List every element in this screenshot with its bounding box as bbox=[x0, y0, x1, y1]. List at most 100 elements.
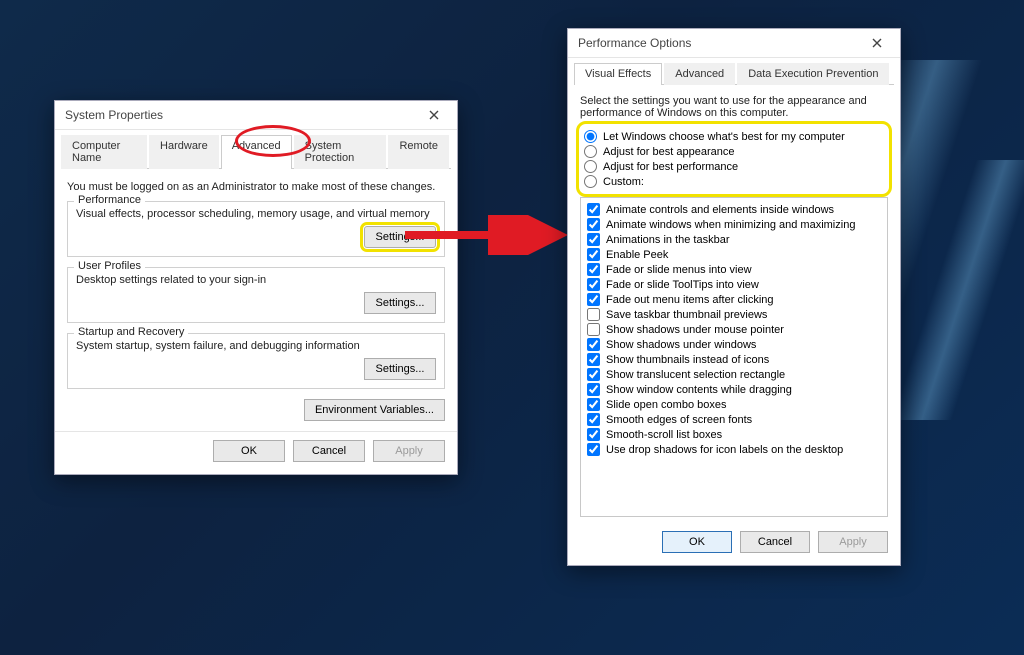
checkbox-input[interactable] bbox=[587, 218, 600, 231]
check-option[interactable]: Enable Peek bbox=[587, 247, 881, 262]
check-option[interactable]: Show translucent selection rectangle bbox=[587, 367, 881, 382]
check-option[interactable]: Use drop shadows for icon labels on the … bbox=[587, 442, 881, 457]
tab-strip: Visual EffectsAdvancedData Execution Pre… bbox=[574, 62, 894, 85]
check-label: Animations in the taskbar bbox=[606, 234, 730, 246]
check-label: Fade or slide menus into view bbox=[606, 264, 752, 276]
check-label: Show window contents while dragging bbox=[606, 384, 792, 396]
check-label: Fade or slide ToolTips into view bbox=[606, 279, 759, 291]
check-label: Smooth edges of screen fonts bbox=[606, 414, 752, 426]
tab-system-protection[interactable]: System Protection bbox=[294, 135, 387, 169]
check-option[interactable]: Animate windows when minimizing and maxi… bbox=[587, 217, 881, 232]
checkbox-input[interactable] bbox=[587, 383, 600, 396]
check-option[interactable]: Smooth-scroll list boxes bbox=[587, 427, 881, 442]
radio-option[interactable]: Adjust for best appearance bbox=[584, 144, 884, 159]
check-option[interactable]: Fade or slide menus into view bbox=[587, 262, 881, 277]
tab-advanced[interactable]: Advanced bbox=[221, 135, 292, 169]
checkbox-input[interactable] bbox=[587, 443, 600, 456]
checkbox-input[interactable] bbox=[587, 398, 600, 411]
performance-settings-button[interactable]: Settings... bbox=[364, 226, 436, 248]
check-label: Fade out menu items after clicking bbox=[606, 294, 774, 306]
environment-variables-button[interactable]: Environment Variables... bbox=[304, 399, 445, 421]
checkbox-input[interactable] bbox=[587, 203, 600, 216]
titlebar[interactable]: System Properties bbox=[55, 101, 457, 130]
checkbox-input[interactable] bbox=[587, 248, 600, 261]
radio-label: Let Windows choose what's best for my co… bbox=[603, 131, 845, 143]
radio-input[interactable] bbox=[584, 175, 597, 188]
dialog-button-row: OK Cancel Apply bbox=[568, 523, 900, 565]
performance-options-dialog: Performance Options Visual EffectsAdvanc… bbox=[567, 28, 901, 566]
apply-button[interactable]: Apply bbox=[818, 531, 888, 553]
apply-button[interactable]: Apply bbox=[373, 440, 445, 462]
group-legend: Startup and Recovery bbox=[74, 326, 188, 338]
dialog-button-row: OK Cancel Apply bbox=[55, 431, 457, 474]
tab-visual-effects[interactable]: Visual Effects bbox=[574, 63, 662, 85]
intro-text: Select the settings you want to use for … bbox=[580, 95, 888, 119]
group-user-profiles: User Profiles Desktop settings related t… bbox=[67, 267, 445, 323]
radio-input[interactable] bbox=[584, 145, 597, 158]
group-desc: System startup, system failure, and debu… bbox=[76, 340, 436, 352]
cancel-button[interactable]: Cancel bbox=[293, 440, 365, 462]
tab-hardware[interactable]: Hardware bbox=[149, 135, 219, 169]
window-title: Performance Options bbox=[578, 36, 691, 50]
checkbox-input[interactable] bbox=[587, 413, 600, 426]
radio-option[interactable]: Adjust for best performance bbox=[584, 159, 884, 174]
close-icon[interactable] bbox=[417, 105, 451, 125]
check-option[interactable]: Smooth edges of screen fonts bbox=[587, 412, 881, 427]
group-desc: Visual effects, processor scheduling, me… bbox=[76, 208, 436, 220]
checkbox-input[interactable] bbox=[587, 308, 600, 321]
check-label: Animate controls and elements inside win… bbox=[606, 204, 834, 216]
checkbox-input[interactable] bbox=[587, 278, 600, 291]
admin-note: You must be logged on as an Administrato… bbox=[67, 181, 445, 193]
checkbox-input[interactable] bbox=[587, 338, 600, 351]
radio-group-visual-effects: Let Windows choose what's best for my co… bbox=[580, 125, 888, 193]
check-option[interactable]: Fade or slide ToolTips into view bbox=[587, 277, 881, 292]
radio-label: Custom: bbox=[603, 176, 644, 188]
checkbox-input[interactable] bbox=[587, 263, 600, 276]
check-option[interactable]: Animations in the taskbar bbox=[587, 232, 881, 247]
close-icon[interactable] bbox=[860, 33, 894, 53]
titlebar[interactable]: Performance Options bbox=[568, 29, 900, 58]
visual-effects-checklist[interactable]: Animate controls and elements inside win… bbox=[580, 197, 888, 517]
tab-computer-name[interactable]: Computer Name bbox=[61, 135, 147, 169]
check-label: Show translucent selection rectangle bbox=[606, 369, 785, 381]
check-label: Animate windows when minimizing and maxi… bbox=[606, 219, 855, 231]
startup-settings-button[interactable]: Settings... bbox=[364, 358, 436, 380]
checkbox-input[interactable] bbox=[587, 353, 600, 366]
system-properties-dialog: System Properties Computer NameHardwareA… bbox=[54, 100, 458, 475]
checkbox-input[interactable] bbox=[587, 293, 600, 306]
check-label: Show shadows under windows bbox=[606, 339, 756, 351]
check-option[interactable]: Save taskbar thumbnail previews bbox=[587, 307, 881, 322]
check-label: Slide open combo boxes bbox=[606, 399, 726, 411]
desktop-wallpaper: System Properties Computer NameHardwareA… bbox=[0, 0, 1024, 655]
check-option[interactable]: Show shadows under windows bbox=[587, 337, 881, 352]
check-option[interactable]: Show thumbnails instead of icons bbox=[587, 352, 881, 367]
checkbox-input[interactable] bbox=[587, 368, 600, 381]
checkbox-input[interactable] bbox=[587, 233, 600, 246]
checkbox-input[interactable] bbox=[587, 428, 600, 441]
check-option[interactable]: Show shadows under mouse pointer bbox=[587, 322, 881, 337]
tab-strip: Computer NameHardwareAdvancedSystem Prot… bbox=[61, 134, 451, 169]
radio-input[interactable] bbox=[584, 160, 597, 173]
ok-button[interactable]: OK bbox=[213, 440, 285, 462]
group-desc: Desktop settings related to your sign-in bbox=[76, 274, 436, 286]
check-option[interactable]: Fade out menu items after clicking bbox=[587, 292, 881, 307]
user-profiles-settings-button[interactable]: Settings... bbox=[364, 292, 436, 314]
group-legend: Performance bbox=[74, 194, 145, 206]
check-option[interactable]: Slide open combo boxes bbox=[587, 397, 881, 412]
cancel-button[interactable]: Cancel bbox=[740, 531, 810, 553]
group-performance: Performance Visual effects, processor sc… bbox=[67, 201, 445, 257]
radio-label: Adjust for best performance bbox=[603, 161, 738, 173]
radio-option[interactable]: Custom: bbox=[584, 174, 884, 189]
check-label: Show shadows under mouse pointer bbox=[606, 324, 784, 336]
tab-data-execution-prevention[interactable]: Data Execution Prevention bbox=[737, 63, 889, 85]
group-startup-recovery: Startup and Recovery System startup, sys… bbox=[67, 333, 445, 389]
check-option[interactable]: Show window contents while dragging bbox=[587, 382, 881, 397]
tab-advanced[interactable]: Advanced bbox=[664, 63, 735, 85]
tab-remote[interactable]: Remote bbox=[388, 135, 449, 169]
radio-input[interactable] bbox=[584, 130, 597, 143]
ok-button[interactable]: OK bbox=[662, 531, 732, 553]
checkbox-input[interactable] bbox=[587, 323, 600, 336]
check-label: Enable Peek bbox=[606, 249, 668, 261]
radio-option[interactable]: Let Windows choose what's best for my co… bbox=[584, 129, 884, 144]
check-option[interactable]: Animate controls and elements inside win… bbox=[587, 202, 881, 217]
